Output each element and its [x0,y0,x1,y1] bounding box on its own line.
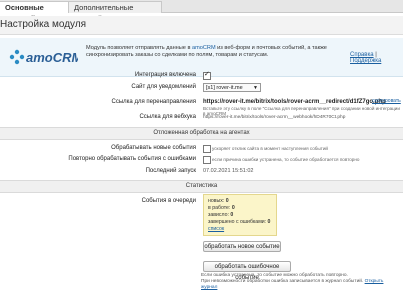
queue-stuck: зависло: 0 [208,212,234,218]
last-run-label: Последний запуск [145,168,196,174]
tab-bar: Основные настройки Дополнительные настро… [0,0,403,23]
page-title: Настройка модуля [0,19,87,30]
webhook-url: https://rover-it.me/bitrix/tools/rover-a… [203,115,346,120]
retry-label: Повторно обрабатывать события с ошибками [68,156,196,162]
amocrm-logo: amoCRM. [9,49,78,65]
process-new-label: Обрабатывать новые события [111,145,196,151]
page-title-bar: Настройка модуля [0,16,403,35]
process-error-event-button[interactable]: обработать ошибочное событие [203,261,291,281]
redirect-url: https://rover-it.me/bitrix/tools/rover-a… [203,99,386,105]
retry-hint: если причина ошибки устранена, то событи… [212,157,360,162]
site-label: Сайт для уведомлений [131,84,196,90]
webhook-label: Ссылка для вебхука [139,114,196,120]
retry-checkbox[interactable] [203,156,211,164]
last-run-value: 07.02.2021 15:51:02 [203,168,254,174]
chevron-down-icon: ▼ [253,85,258,91]
integration-checkbox[interactable] [203,70,211,80]
queue-in-progress: в работе: 0 [208,205,235,211]
banner-description: Модуль позволяет отправлять данные в amo… [86,45,327,58]
agents-section-header: Отложенная обработка на агентах [0,127,403,140]
queue-label: События в очереди [141,198,196,204]
queue-errors: завершено с ошибками: 0 [208,219,271,225]
process-new-hint: ускоряет отклик сайта в момент наступлен… [212,146,328,151]
banner-links: Справка | Поддержка [350,52,382,64]
journal-note: При невозможности обработки ошибка запис… [201,279,384,290]
tab-main-settings[interactable]: Основные настройки [0,1,75,23]
queue-new: новых: 0 [208,198,229,204]
process-new-checkbox[interactable] [203,145,211,153]
support-link[interactable]: Поддержка [350,58,381,64]
redirect-label: Ссылка для перенаправления [111,99,196,105]
integration-label: Интеграция включена [134,72,196,78]
info-banner: amoCRM. Модуль позволяет отправлять данн… [0,38,403,77]
process-new-event-button[interactable]: обработать новое событие [203,241,281,252]
stats-section-header: Статистика [0,180,403,193]
svg-text:amoCRM.: amoCRM. [26,50,78,65]
site-select[interactable]: [s1] rover-it.me ▼ [203,83,261,92]
copy-link[interactable]: скопировать [372,98,401,104]
queue-list-link[interactable]: список [208,226,224,232]
queue-stats-box: новых: 0 в работе: 0 зависло: 0 завершен… [203,194,277,236]
tab-additional-settings[interactable]: Дополнительные настройки [68,1,162,23]
amocrm-link[interactable]: amoCRM [192,45,216,51]
